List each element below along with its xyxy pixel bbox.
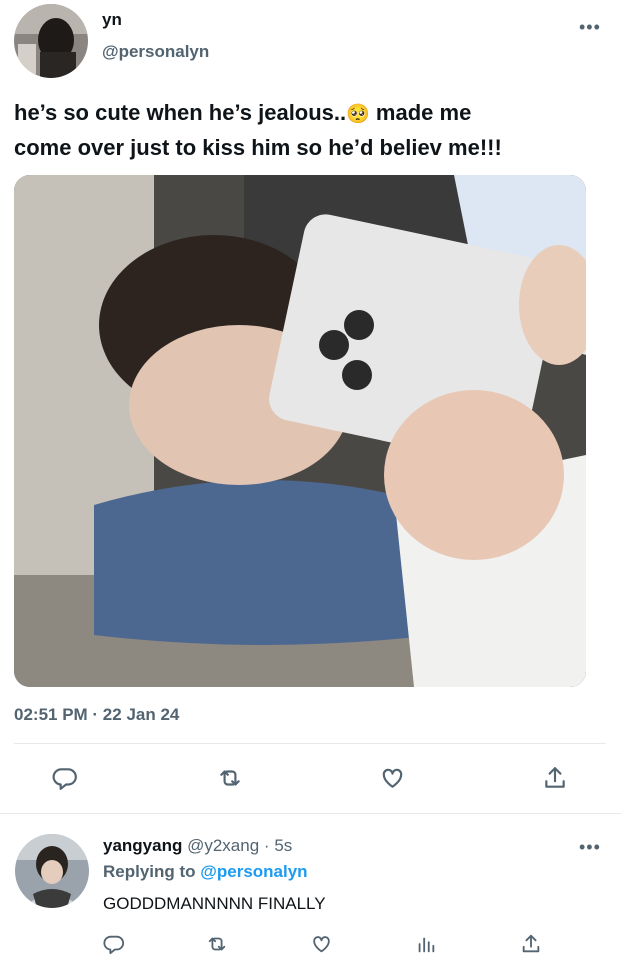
reply-analytics-icon[interactable] (415, 933, 437, 955)
tweet-text-line2: come over just to kiss him so he’d belie… (14, 135, 502, 160)
reply-dot: · (263, 836, 270, 855)
retweet-icon[interactable] (216, 765, 244, 791)
divider (0, 813, 621, 814)
tweet-timestamp[interactable]: 02:51 PM · 22 Jan 24 (14, 705, 179, 725)
like-icon[interactable] (379, 765, 406, 791)
tweet-text-line1-end: made me (369, 100, 472, 125)
tweet-text: he’s so cute when he’s jealous..🥺 made m… (14, 96, 614, 164)
reply-more-options-icon[interactable]: ••• (579, 838, 601, 856)
divider (14, 743, 606, 744)
user-handle[interactable]: @personalyn (102, 42, 209, 62)
replying-to: Replying to @personalyn (103, 862, 308, 882)
reply-like-icon[interactable] (310, 933, 333, 955)
tweet-media[interactable] (14, 175, 586, 687)
reply-text: GODDDMANNNNN FINALLY (103, 894, 326, 913)
avatar[interactable] (14, 4, 88, 78)
more-options-icon[interactable]: ••• (579, 18, 601, 36)
share-icon[interactable] (542, 765, 568, 791)
emoji-icon: 🥺 (346, 104, 370, 125)
tweet-text-line1: he’s so cute when he’s jealous.. (14, 100, 347, 125)
replying-to-handle[interactable]: @personalyn (200, 862, 307, 881)
reply-icon[interactable] (52, 765, 78, 791)
display-name[interactable]: yn (102, 10, 122, 30)
reply-handle[interactable]: @y2xang (187, 836, 259, 855)
reply-header: yangyang @y2xang · 5s (103, 836, 292, 856)
reply-time[interactable]: 5s (274, 836, 292, 855)
reply-display-name[interactable]: yangyang (103, 836, 182, 855)
reply-avatar[interactable] (15, 834, 89, 908)
reply-reply-icon[interactable] (103, 933, 125, 955)
replying-to-label: Replying to (103, 862, 196, 881)
reply-share-icon[interactable] (520, 933, 542, 955)
reply-retweet-icon[interactable] (205, 933, 229, 955)
